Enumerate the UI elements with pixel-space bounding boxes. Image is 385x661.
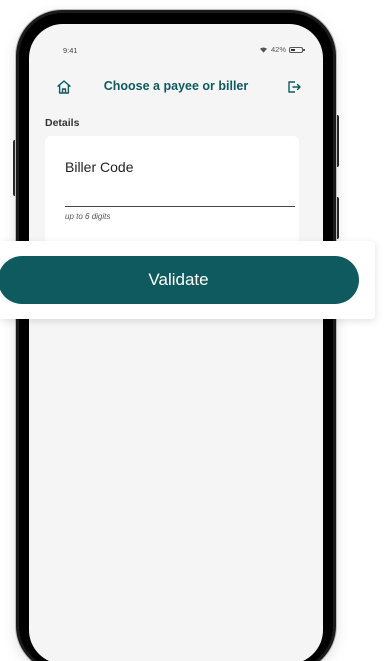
- biller-details-card: Biller Code up to 6 digits: [45, 136, 299, 246]
- stage: 9:41 42% Choose a payee or biller Detail…: [0, 0, 385, 661]
- phone-frame: 9:41 42% Choose a payee or biller Detail…: [16, 10, 336, 661]
- status-time: 9:41: [63, 46, 78, 55]
- home-button[interactable]: [55, 78, 73, 96]
- biller-code-input[interactable]: [65, 184, 295, 207]
- section-label-details: Details: [45, 117, 80, 129]
- home-icon: [57, 80, 71, 94]
- battery-level: [291, 48, 295, 51]
- biller-code-label: Biller Code: [65, 159, 134, 175]
- app-header: Choose a payee or biller: [29, 69, 323, 105]
- logout-button[interactable]: [285, 78, 303, 96]
- phone-screen: 9:41 42% Choose a payee or biller Detail…: [29, 24, 323, 661]
- battery-percent: 42%: [270, 45, 286, 54]
- wifi-icon: [259, 47, 267, 53]
- validate-panel: Validate: [0, 241, 375, 319]
- status-bar: 9:41 42%: [29, 24, 323, 55]
- status-indicators: 42%: [259, 45, 305, 54]
- page-title: Choose a payee or biller: [103, 79, 249, 93]
- logout-icon: [288, 81, 301, 93]
- validate-button[interactable]: Validate: [0, 256, 359, 304]
- battery-icon: [289, 46, 305, 53]
- biller-code-hint: up to 6 digits: [65, 212, 111, 221]
